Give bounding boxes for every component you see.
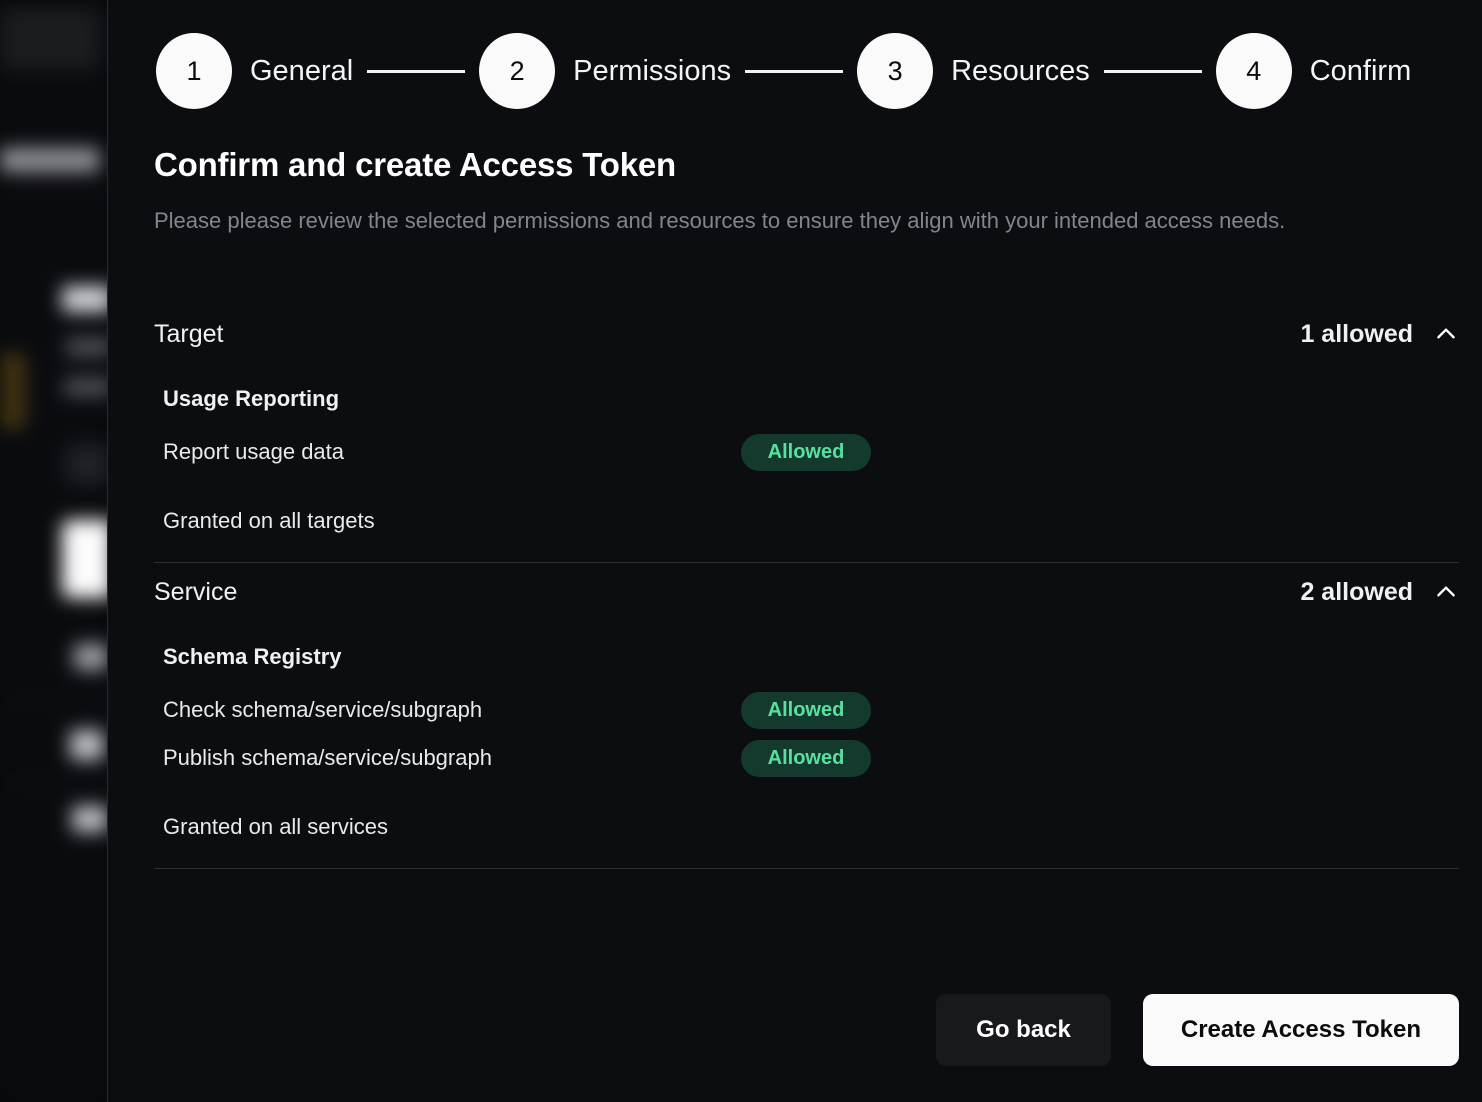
granted-note-service: Granted on all services xyxy=(163,814,1459,840)
table-row: Report usage data Allowed xyxy=(163,428,1459,476)
create-access-token-dialog: 1 General 2 Permissions 3 Resources 4 Co… xyxy=(107,0,1482,1102)
group-usage-reporting-permissions: Report usage data Allowed xyxy=(163,428,1459,476)
chevron-up-icon[interactable] xyxy=(1433,579,1459,605)
group-schema-registry-title: Schema Registry xyxy=(163,644,1459,670)
background-shape xyxy=(62,520,112,598)
section-service-summary: 2 allowed xyxy=(1300,578,1459,607)
section-target-summary: 1 allowed xyxy=(1300,320,1459,349)
background-shape xyxy=(72,806,108,832)
wizard-stepper: 1 General 2 Permissions 3 Resources 4 Co… xyxy=(156,33,1411,109)
group-schema-registry-permissions: Check schema/service/subgraph Allowed Pu… xyxy=(163,686,1459,782)
step-number-2: 2 xyxy=(479,33,555,109)
background-shape xyxy=(0,148,100,172)
step-label-resources: Resources xyxy=(951,55,1090,88)
group-usage-reporting-title: Usage Reporting xyxy=(163,386,1459,412)
granted-note-target: Granted on all targets xyxy=(163,508,1459,534)
section-service-count: 2 allowed xyxy=(1300,578,1413,607)
dialog-heading: Confirm and create Access Token Please p… xyxy=(154,146,1409,241)
step-label-confirm: Confirm xyxy=(1310,55,1412,88)
section-target-count: 1 allowed xyxy=(1300,320,1413,349)
section-target-title: Target xyxy=(154,320,223,349)
screen: 1 General 2 Permissions 3 Resources 4 Co… xyxy=(0,0,1482,1102)
step-resources[interactable]: 3 Resources xyxy=(857,33,1090,109)
background-shape xyxy=(66,444,110,484)
step-label-permissions: Permissions xyxy=(573,55,731,88)
permission-name: Check schema/service/subgraph xyxy=(163,697,741,723)
background-shape xyxy=(62,286,112,312)
permission-name: Publish schema/service/subgraph xyxy=(163,745,741,771)
dialog-footer: Go back Create Access Token xyxy=(154,994,1459,1066)
step-connector-1 xyxy=(367,70,465,73)
create-access-token-button[interactable]: Create Access Token xyxy=(1143,994,1459,1066)
table-row: Publish schema/service/subgraph Allowed xyxy=(163,734,1459,782)
step-connector-3 xyxy=(1104,70,1202,73)
permission-sections: Target 1 allowed Usage Reporting Report … xyxy=(154,305,1459,869)
chevron-up-icon[interactable] xyxy=(1433,321,1459,347)
background-shape xyxy=(0,352,26,430)
go-back-button[interactable]: Go back xyxy=(936,994,1111,1066)
section-target: Target 1 allowed Usage Reporting Report … xyxy=(154,305,1459,563)
step-number-3: 3 xyxy=(857,33,933,109)
step-label-general: General xyxy=(250,55,353,88)
page-description: Please please review the selected permis… xyxy=(154,201,1379,241)
step-connector-2 xyxy=(745,70,843,73)
section-service-header[interactable]: Service 2 allowed xyxy=(154,563,1459,621)
section-service-title: Service xyxy=(154,578,237,607)
step-confirm[interactable]: 4 Confirm xyxy=(1216,33,1412,109)
section-service: Service 2 allowed Schema Registry Check … xyxy=(154,563,1459,869)
background-shape xyxy=(66,338,112,356)
step-general[interactable]: 1 General xyxy=(156,33,353,109)
status-badge: Allowed xyxy=(741,692,871,729)
group-usage-reporting: Usage Reporting Report usage data Allowe… xyxy=(154,363,1459,534)
status-badge: Allowed xyxy=(741,740,871,777)
background-shape xyxy=(74,644,108,670)
background-shape xyxy=(0,700,112,701)
background-shape xyxy=(64,378,112,396)
step-permissions[interactable]: 2 Permissions xyxy=(479,33,731,109)
background-shape xyxy=(70,730,104,760)
page-title: Confirm and create Access Token xyxy=(154,146,1409,184)
status-badge: Allowed xyxy=(741,434,871,471)
background-shape xyxy=(0,8,100,70)
section-target-header[interactable]: Target 1 allowed xyxy=(154,305,1459,363)
permission-name: Report usage data xyxy=(163,439,741,465)
step-number-1: 1 xyxy=(156,33,232,109)
table-row: Check schema/service/subgraph Allowed xyxy=(163,686,1459,734)
step-number-4: 4 xyxy=(1216,33,1292,109)
group-schema-registry: Schema Registry Check schema/service/sub… xyxy=(154,621,1459,840)
background-shape xyxy=(0,188,112,189)
blurred-page-background xyxy=(0,0,112,1102)
footer-divider xyxy=(154,868,1459,869)
background-shape xyxy=(0,782,112,783)
